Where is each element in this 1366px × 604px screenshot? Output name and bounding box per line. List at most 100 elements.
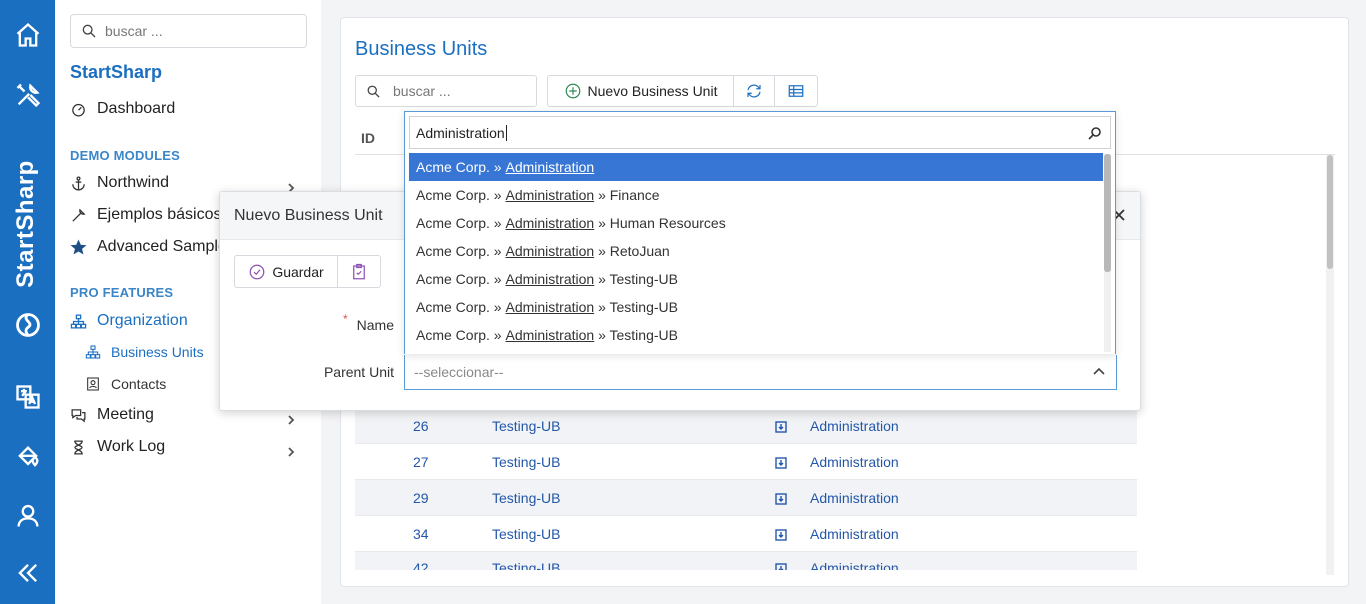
- parent-unit-label: Parent Unit: [323, 364, 394, 380]
- scrollbar-thumb[interactable]: [1104, 154, 1111, 272]
- cell-parent[interactable]: Administration: [810, 490, 899, 506]
- name-label: Name: [356, 317, 394, 333]
- table-row[interactable]: 42 Testing-UB Administration: [355, 552, 1137, 570]
- chevron-right-icon: [286, 412, 296, 425]
- cell-name[interactable]: Testing-UB: [492, 560, 560, 570]
- translate-icon[interactable]: [0, 377, 55, 417]
- edit-link-icon[interactable]: [775, 492, 787, 505]
- nav-item-label: Northwind: [97, 174, 170, 191]
- search-icon: [367, 85, 380, 98]
- anchor-icon: [72, 175, 85, 191]
- edit-link-icon[interactable]: [775, 562, 787, 570]
- option-match: Administration: [505, 299, 595, 315]
- column-header-id[interactable]: ID: [361, 130, 375, 146]
- nav-search-placeholder: buscar ...: [105, 23, 163, 39]
- option-prefix: Acme Corp. »: [416, 327, 506, 343]
- dropdown-option[interactable]: Acme Corp. » Administration: [409, 153, 1103, 181]
- collapse-icon[interactable]: [0, 553, 55, 593]
- grid-search-placeholder: buscar ...: [393, 83, 451, 99]
- dropdown-search-input[interactable]: Administration: [409, 116, 1111, 149]
- cell-name[interactable]: Testing-UB: [492, 490, 560, 506]
- option-prefix: Acme Corp. »: [416, 299, 506, 315]
- logo-icon: [0, 305, 55, 345]
- cell-id[interactable]: 27: [413, 454, 429, 470]
- cell-name[interactable]: Testing-UB: [492, 418, 560, 434]
- cell-parent[interactable]: Administration: [810, 526, 899, 542]
- table-row[interactable]: 29 Testing-UB Administration: [355, 480, 1137, 516]
- tools-icon[interactable]: [0, 75, 55, 115]
- cell-id[interactable]: 34: [413, 526, 429, 542]
- cell-id[interactable]: 26: [413, 418, 429, 434]
- new-business-unit-button[interactable]: Nuevo Business Unit: [547, 75, 734, 107]
- cell-id[interactable]: 29: [413, 490, 429, 506]
- chevron-right-icon: [286, 444, 296, 457]
- page-title: Business Units: [355, 38, 488, 60]
- dropdown-option[interactable]: Acme Corp. » Administration » Testing-UB: [409, 321, 1103, 349]
- nav-item-business-units[interactable]: Business Units: [85, 344, 204, 360]
- cell-parent[interactable]: Administration: [810, 454, 899, 470]
- cell-id[interactable]: 42: [413, 560, 429, 570]
- cell-name[interactable]: Testing-UB: [492, 526, 560, 542]
- nav-item-label: Dashboard: [97, 100, 176, 117]
- dialog-title: Nuevo Business Unit: [234, 207, 383, 224]
- clipboard-check-icon: [353, 263, 365, 279]
- chevron-up-icon: [1092, 365, 1106, 382]
- chat-icon: [71, 408, 86, 422]
- gauge-icon: [72, 103, 85, 117]
- option-match: Administration: [505, 187, 595, 203]
- nav-item-northwind[interactable]: Northwind: [70, 174, 310, 193]
- cell-parent[interactable]: Administration: [810, 418, 899, 434]
- nav-brand[interactable]: StartSharp: [70, 62, 162, 83]
- nav-item-dashboard[interactable]: Dashboard: [70, 100, 175, 118]
- save-button-label: Guardar: [272, 263, 324, 280]
- option-prefix: Acme Corp. »: [416, 159, 506, 175]
- nav-item-contacts[interactable]: Contacts: [85, 376, 166, 392]
- dropdown-option[interactable]: Acme Corp. » Administration » Testing-UB: [409, 293, 1103, 321]
- nav-item-label: Organization: [97, 312, 188, 329]
- dropdown-scrollbar[interactable]: [1104, 154, 1111, 352]
- home-icon[interactable]: [0, 15, 55, 55]
- nav-item-label: Contacts: [111, 376, 167, 392]
- dropdown-option[interactable]: Acme Corp. » Administration » Human Reso…: [409, 209, 1103, 237]
- cell-parent[interactable]: Administration: [810, 560, 899, 570]
- nav-search-input[interactable]: buscar ...: [70, 14, 307, 48]
- dropdown-search-value: Administration: [416, 124, 505, 141]
- edit-link-icon[interactable]: [775, 528, 787, 541]
- table-row[interactable]: 34 Testing-UB Administration: [355, 516, 1137, 552]
- paint-bucket-icon[interactable]: [0, 437, 55, 477]
- cell-name[interactable]: Testing-UB: [492, 454, 560, 470]
- column-picker-button[interactable]: [774, 75, 818, 107]
- scrollbar-thumb[interactable]: [1327, 155, 1333, 269]
- chevron-right-icon: [286, 180, 296, 193]
- dropdown-option[interactable]: Acme Corp. » Administration » RetoJuan: [409, 237, 1103, 265]
- refresh-button[interactable]: [733, 75, 775, 107]
- hourglass-icon: [74, 439, 83, 455]
- user-icon[interactable]: [0, 496, 55, 536]
- text-cursor: [505, 124, 507, 141]
- grid-scrollbar[interactable]: [1326, 155, 1334, 575]
- table-row[interactable]: 27 Testing-UB Administration: [355, 444, 1137, 480]
- parent-unit-select[interactable]: --seleccionar--: [404, 355, 1117, 390]
- search-icon: [1088, 127, 1101, 140]
- nav-item-advanced[interactable]: Advanced Samples: [70, 238, 235, 256]
- option-suffix: » RetoJuan: [594, 243, 670, 259]
- option-match: Administration: [505, 159, 595, 175]
- nav-item-label: Business Units: [111, 344, 204, 360]
- edit-link-icon[interactable]: [775, 456, 787, 469]
- nav-item-label: Meeting: [97, 406, 154, 423]
- dropdown-option[interactable]: Acme Corp. » Administration » Testing-UB: [409, 265, 1103, 293]
- table-icon: [788, 85, 804, 97]
- apply-changes-button[interactable]: [338, 255, 381, 288]
- nav-item-work-log[interactable]: Work Log: [70, 438, 310, 457]
- option-match: Administration: [505, 327, 595, 343]
- check-circle-icon: [249, 264, 265, 279]
- new-button-label: Nuevo Business Unit: [587, 83, 718, 99]
- save-button[interactable]: Guardar: [234, 255, 338, 288]
- edit-link-icon[interactable]: [775, 420, 787, 433]
- dropdown-option[interactable]: Acme Corp. » Administration » Finance: [409, 181, 1103, 209]
- nav-item-organization[interactable]: Organization: [70, 312, 188, 330]
- table-row[interactable]: 26 Testing-UB Administration: [355, 408, 1137, 444]
- org-chart-icon: [70, 313, 87, 329]
- grid-search-input[interactable]: buscar ...: [355, 75, 537, 107]
- nav-item-ejemplos[interactable]: Ejemplos básicos: [70, 206, 222, 224]
